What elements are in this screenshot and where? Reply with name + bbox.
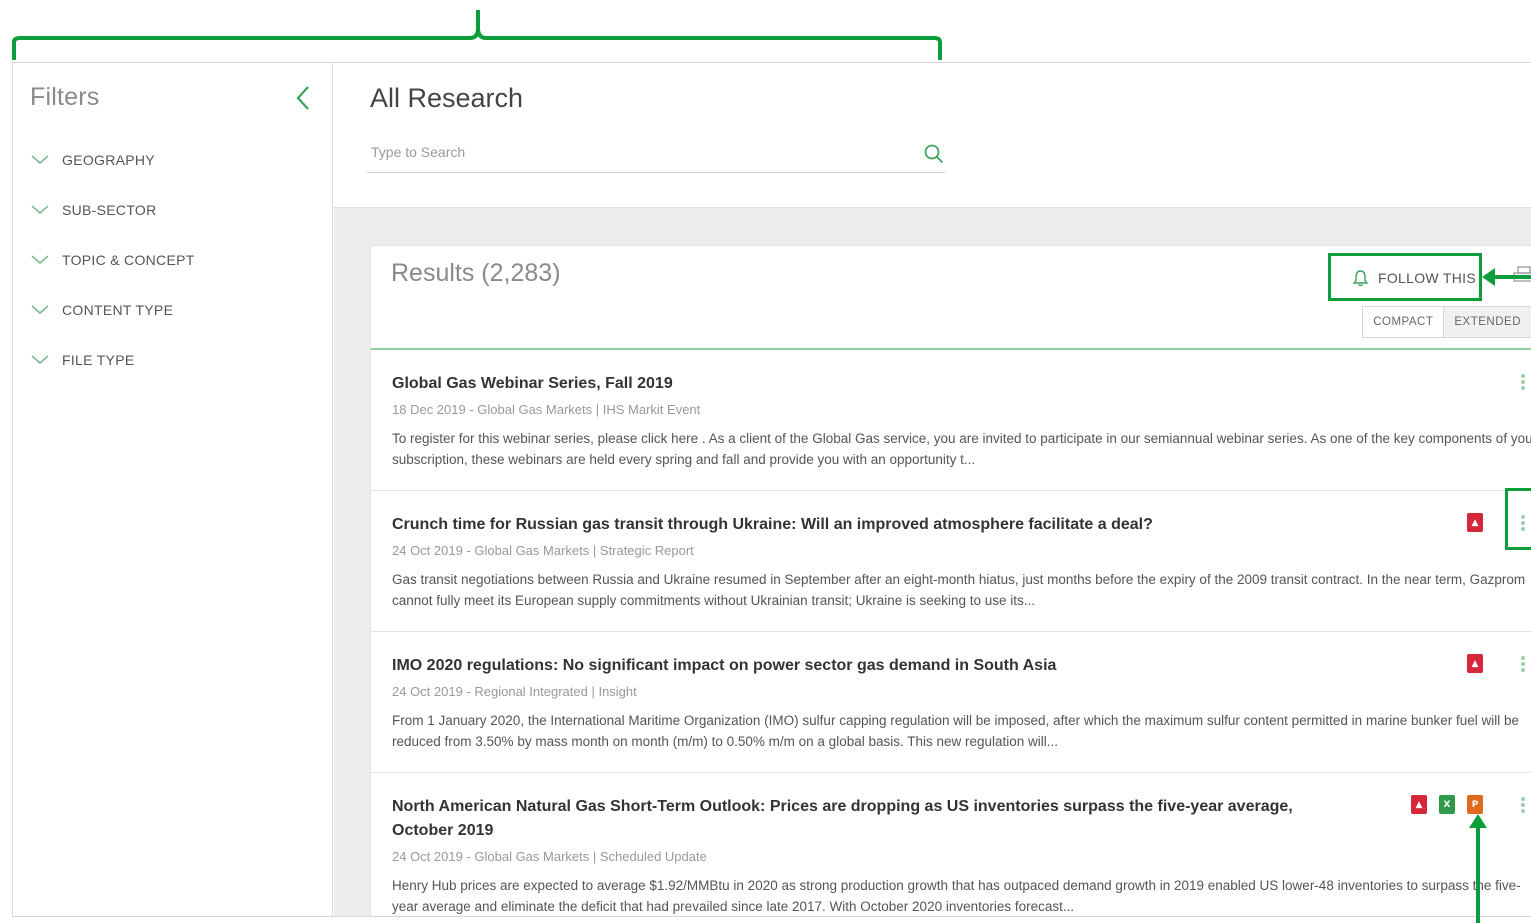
- filter-label: TOPIC & CONCEPT: [62, 252, 195, 268]
- app-frame: Filters GEOGRAPHY SUB-SECTOR TOPIC & CON…: [12, 62, 1531, 917]
- excel-icon[interactable]: X: [1439, 795, 1455, 814]
- file-icons: ▲: [1467, 513, 1483, 532]
- view-toggle: COMPACT EXTENDED: [1362, 306, 1531, 338]
- result-title[interactable]: North American Natural Gas Short-Term Ou…: [392, 795, 1352, 843]
- result-meta: 24 Oct 2019 - Regional Integrated | Insi…: [392, 684, 637, 699]
- results-header: Results (2,283) FOLLOW THIS COMPACT EXTE…: [371, 246, 1531, 350]
- filter-label: SUB-SECTOR: [62, 202, 157, 218]
- pdf-icon[interactable]: ▲: [1411, 795, 1427, 814]
- result-title[interactable]: Global Gas Webinar Series, Fall 2019: [392, 372, 1352, 396]
- filter-list: GEOGRAPHY SUB-SECTOR TOPIC & CONCEPT CON…: [29, 135, 195, 385]
- bell-icon: [1352, 270, 1369, 287]
- page-title: All Research: [370, 83, 524, 113]
- more-options-icon[interactable]: [1517, 372, 1529, 396]
- filters-title: Filters: [30, 83, 100, 111]
- filter-label: GEOGRAPHY: [62, 152, 155, 168]
- result-meta: 24 Oct 2019 - Global Gas Markets | Strat…: [392, 543, 694, 558]
- results-count: Results (2,283): [391, 259, 561, 287]
- main-content: All Research Results (2,283) FOLLOW THIS: [334, 63, 1531, 916]
- result-description: Gas transit negotiations between Russia …: [392, 572, 1526, 608]
- follow-label: FOLLOW THIS: [1378, 270, 1476, 286]
- pdf-icon[interactable]: ▲: [1467, 513, 1483, 532]
- result-item: IMO 2020 regulations: No significant imp…: [371, 632, 1531, 773]
- main-header: All Research: [334, 63, 1531, 208]
- result-title[interactable]: IMO 2020 regulations: No significant imp…: [392, 654, 1352, 678]
- compact-view-button[interactable]: COMPACT: [1363, 307, 1445, 337]
- follow-this-button[interactable]: FOLLOW THIS: [1343, 258, 1485, 298]
- file-icons: ▲: [1467, 654, 1483, 673]
- filter-topic-concept[interactable]: TOPIC & CONCEPT: [29, 235, 195, 285]
- result-meta: 24 Oct 2019 - Global Gas Markets | Sched…: [392, 849, 707, 864]
- collapse-sidebar-icon[interactable]: [291, 83, 317, 113]
- more-options-icon[interactable]: [1517, 654, 1529, 678]
- filter-geography[interactable]: GEOGRAPHY: [29, 135, 195, 185]
- result-title[interactable]: Crunch time for Russian gas transit thro…: [392, 513, 1352, 537]
- extended-view-button[interactable]: EXTENDED: [1444, 307, 1531, 337]
- filter-file-type[interactable]: FILE TYPE: [29, 335, 195, 385]
- result-description: To register for this webinar series, ple…: [392, 431, 1531, 467]
- result-item: Global Gas Webinar Series, Fall 2019 18 …: [371, 350, 1531, 491]
- result-meta: 18 Dec 2019 - Global Gas Markets | IHS M…: [392, 402, 701, 417]
- powerpoint-icon[interactable]: P: [1467, 795, 1483, 814]
- more-options-icon[interactable]: [1517, 795, 1529, 819]
- chevron-down-icon: [31, 155, 49, 165]
- filter-content-type[interactable]: CONTENT TYPE: [29, 285, 195, 335]
- results-panel: Results (2,283) FOLLOW THIS COMPACT EXTE…: [370, 245, 1531, 916]
- filters-sidebar: Filters GEOGRAPHY SUB-SECTOR TOPIC & CON…: [13, 63, 333, 916]
- chevron-down-icon: [31, 205, 49, 215]
- chevron-down-icon: [31, 355, 49, 365]
- print-icon[interactable]: [1513, 266, 1531, 286]
- result-list: Global Gas Webinar Series, Fall 2019 18 …: [371, 350, 1531, 916]
- result-item: Crunch time for Russian gas transit thro…: [371, 491, 1531, 632]
- more-options-icon[interactable]: [1517, 513, 1529, 537]
- result-description: From 1 January 2020, the International M…: [392, 713, 1520, 749]
- filter-label: CONTENT TYPE: [62, 302, 174, 318]
- search-icon[interactable]: [923, 143, 945, 165]
- filter-sub-sector[interactable]: SUB-SECTOR: [29, 185, 195, 235]
- file-icons: ▲ X P: [1411, 795, 1483, 814]
- result-description: Henry Hub prices are expected to average…: [392, 878, 1521, 914]
- search-bar: [367, 135, 945, 173]
- pdf-icon[interactable]: ▲: [1467, 654, 1483, 673]
- result-item: North American Natural Gas Short-Term Ou…: [371, 773, 1531, 916]
- annotation-brace: [12, 10, 942, 60]
- filter-label: FILE TYPE: [62, 352, 135, 368]
- search-input[interactable]: [367, 135, 897, 169]
- chevron-down-icon: [31, 255, 49, 265]
- chevron-down-icon: [31, 305, 49, 315]
